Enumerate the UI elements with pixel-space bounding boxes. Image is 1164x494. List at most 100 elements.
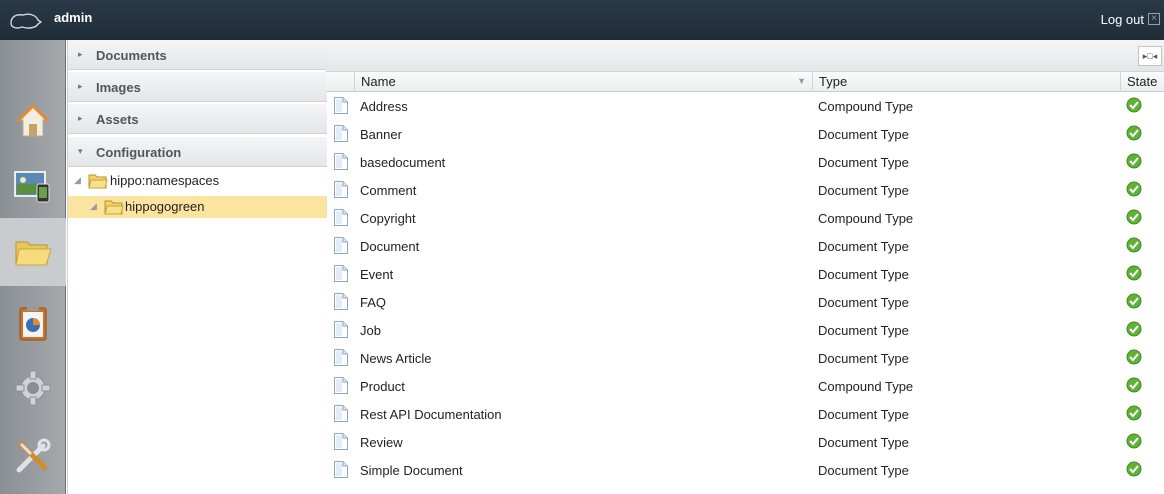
cell-name: Job [360,323,381,338]
chevron-right-icon: ▸ [78,81,83,91]
cell-type: Document Type [818,435,909,450]
tree-node-label: hippogogreen [125,199,205,214]
table-row[interactable]: Job Document Type [326,316,1164,344]
cell-type: Document Type [818,323,909,338]
table-row[interactable]: Review Document Type [326,428,1164,456]
document-icon [334,209,348,226]
section-configuration[interactable]: ▾ Configuration [68,137,327,167]
nav-reports[interactable] [0,288,66,356]
nav-settings[interactable] [0,354,66,422]
cell-name: Address [360,99,408,114]
document-icon [334,349,348,366]
cell-name: Review [360,435,403,450]
reports-clipboard-icon [19,305,47,341]
collapse-panel-button[interactable]: ▸□◂ [1138,46,1162,66]
cell-type: Document Type [818,295,909,310]
state-ok-icon [1126,349,1142,365]
chevron-right-icon: ▸ [78,113,83,123]
sort-descending-icon[interactable]: ▼ [797,72,806,91]
tree-node-namespaces[interactable]: ◢ hippo:namespaces [74,170,327,192]
navigation-panel: ▸ Documents ▸ Images ▸ Assets ▾ Configur… [67,40,327,494]
table-row[interactable]: Document Document Type [326,232,1164,260]
state-ok-icon [1126,153,1142,169]
document-icon [334,377,348,394]
state-ok-icon [1126,97,1142,113]
table-row[interactable]: FAQ Document Type [326,288,1164,316]
cell-name: Copyright [360,211,416,226]
tree-node-hippogogreen[interactable]: ◢ hippogogreen [68,196,327,218]
document-icon [334,321,348,338]
section-label: Assets [96,112,139,127]
cell-name: basedocument [360,155,446,170]
column-header-type[interactable]: Type [812,72,1120,92]
collapse-icon: ▸□◂ [1142,51,1158,61]
section-images[interactable]: ▸ Images [68,72,327,102]
document-icon [334,153,348,170]
table-row[interactable]: Banner Document Type [326,120,1164,148]
table-row[interactable]: Address Compound Type [326,92,1164,120]
column-header-state[interactable]: State [1120,72,1164,92]
cell-type: Document Type [818,239,909,254]
cell-name: Document [360,239,420,254]
document-icon [334,237,348,254]
cell-type: Document Type [818,267,909,282]
table-row[interactable]: Event Document Type [326,260,1164,288]
cell-name: Banner [360,127,402,142]
state-ok-icon [1126,237,1142,253]
tree-node-label: hippo:namespaces [110,173,220,188]
cell-name: FAQ [360,295,387,310]
document-icon [334,293,348,310]
table-row[interactable]: News Article Document Type [326,344,1164,372]
section-label: Images [96,80,141,95]
table-row[interactable]: Comment Document Type [326,176,1164,204]
state-ok-icon [1126,209,1142,225]
state-ok-icon [1126,265,1142,281]
folder-icon [15,241,52,266]
tools-icon [16,438,51,473]
document-icon [334,405,348,422]
table-row[interactable]: Copyright Compound Type [326,204,1164,232]
cell-name: Rest API Documentation [360,407,502,422]
table-header: Name ▼ Type State [326,72,1164,92]
cell-type: Compound Type [818,211,914,226]
list-toolbar: ▸□◂ [326,40,1164,72]
table-row[interactable]: basedocument Document Type [326,148,1164,176]
cell-name: Product [360,379,405,394]
cell-name: Event [360,267,394,282]
column-label: State [1127,74,1158,89]
table-row[interactable]: Rest API Documentation Document Type [326,400,1164,428]
document-icon [334,181,348,198]
section-documents[interactable]: ▸ Documents [68,40,327,70]
cell-type: Document Type [818,155,909,170]
document-icon [334,97,348,114]
state-ok-icon [1126,377,1142,393]
tree-expanded-icon: ◢ [90,201,97,211]
cell-name: Comment [360,183,417,198]
nav-home[interactable] [0,86,66,154]
cell-type: Document Type [818,463,909,478]
state-ok-icon [1126,461,1142,477]
nav-documents[interactable] [0,218,66,286]
logout-link[interactable]: Log out [1101,12,1144,27]
home-icon [16,104,50,137]
section-assets[interactable]: ▸ Assets [68,104,327,134]
table-row[interactable]: Simple Document Document Type [326,456,1164,484]
app-navigation [0,40,66,494]
table-row[interactable]: Product Compound Type [326,372,1164,400]
column-header-name[interactable]: Name ▼ [354,72,812,92]
state-ok-icon [1126,405,1142,421]
section-label: Documents [96,48,167,63]
nav-channel-manager[interactable] [0,152,66,220]
document-type-list: Name ▼ Type State Address Compound Type Ba… [326,72,1164,494]
nav-admin-tools[interactable] [0,422,66,490]
cell-type: Document Type [818,351,909,366]
state-ok-icon [1126,433,1142,449]
cell-name: Simple Document [360,463,463,478]
cell-name: News Article [360,351,432,366]
close-box-icon[interactable]: × [1148,13,1160,25]
state-ok-icon [1126,321,1142,337]
folder-icon [104,200,124,215]
tree-expanded-icon: ◢ [74,175,81,185]
state-ok-icon [1126,293,1142,309]
section-label: Configuration [96,145,182,160]
